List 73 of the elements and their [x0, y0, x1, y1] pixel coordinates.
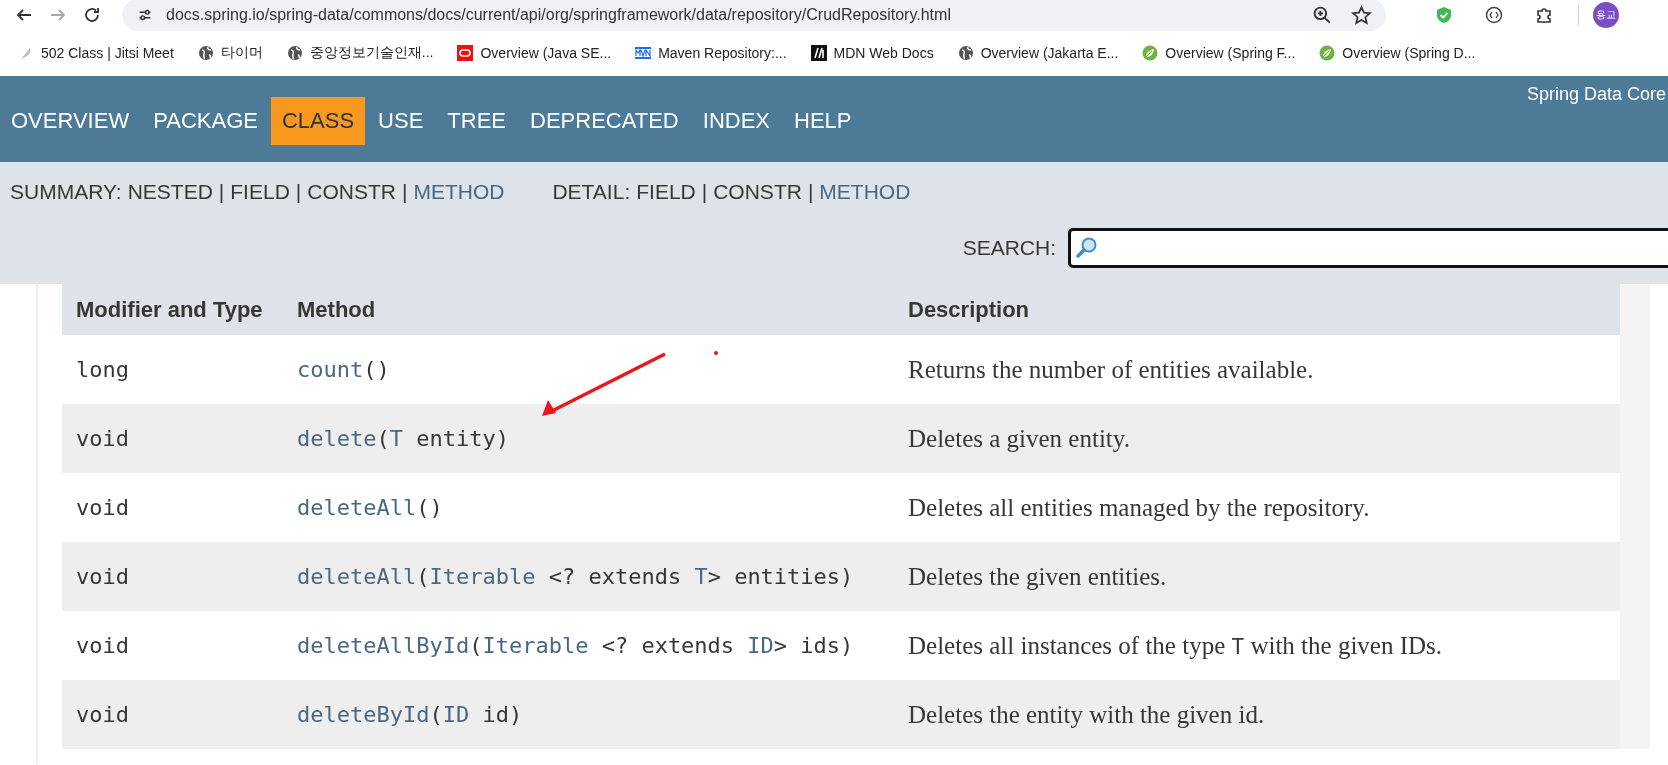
- description-text: Deletes all entities managed by the repository.: [908, 493, 1371, 522]
- detail-item: CONSTR: [713, 180, 802, 204]
- leaf-icon: [1319, 45, 1336, 61]
- description-text: Deletes the entity with the given id.: [908, 700, 1266, 729]
- globe-icon: [197, 45, 214, 61]
- summary-link[interactable]: METHOD: [413, 180, 505, 204]
- url-text: docs.spring.io/spring-data/commons/docs/current/api/org/springframework/data/repository/CrudRepository.html: [166, 6, 952, 24]
- type-cell-text: long: [75, 357, 130, 382]
- bookmark[interactable]: Overview (Spring D...: [1319, 45, 1476, 61]
- oracle-icon: [457, 45, 474, 61]
- summary-item: NESTED: [127, 180, 213, 204]
- bookmark[interactable]: Overview (Spring F...: [1142, 45, 1296, 61]
- detail-item: FIELD: [636, 180, 696, 204]
- globe-icon: [286, 45, 303, 61]
- mdn-icon: [810, 45, 827, 61]
- star-icon[interactable]: [1351, 4, 1372, 26]
- method-signature: deleteAllById(Iterable <? extends ID> ids): [297, 633, 855, 658]
- bookmark[interactable]: Maven Repository:...: [635, 45, 787, 61]
- address-bar[interactable]: docs.spring.io/spring-data/commons/docs/current/api/org/springframework/data/repository/CrudRepository.html: [122, 0, 1386, 31]
- maven-icon: [635, 45, 652, 61]
- separator: |: [218, 180, 225, 204]
- type-cell-text: void: [75, 702, 130, 727]
- column-header: Modifier and Type: [75, 296, 264, 323]
- product-title: Spring Data Core: [1526, 84, 1666, 105]
- method-signature: deleteAll(): [297, 495, 444, 520]
- description-text: Deletes a given entity.: [908, 424, 1131, 453]
- type-cell-text: void: [75, 495, 130, 520]
- summary-label: SUMMARY:: [10, 180, 122, 204]
- method-signature: deleteById(ID id): [297, 702, 524, 727]
- search-icon: [1075, 236, 1099, 260]
- nav-tab[interactable]: PACKAGE: [142, 97, 269, 145]
- column-header: Description: [908, 296, 1031, 323]
- separator: |: [701, 180, 708, 204]
- type-cell-text: void: [75, 564, 130, 589]
- detail-link[interactable]: METHOD: [819, 180, 911, 204]
- nav-tab[interactable]: CLASS: [270, 97, 366, 145]
- detail-label: DETAIL:: [552, 180, 631, 204]
- method-signature: count(): [297, 357, 391, 382]
- description-text: Returns the number of entities available.: [908, 355, 1315, 384]
- nav-tab[interactable]: INDEX: [691, 97, 781, 145]
- bookmark[interactable]: Overview (Java SE...: [457, 45, 612, 61]
- nav-tab[interactable]: HELP: [783, 97, 863, 145]
- method-signature: deleteAll(Iterable <? extends T> entities): [297, 564, 855, 589]
- separator: |: [401, 180, 408, 204]
- puzzle-icon[interactable]: [1534, 5, 1554, 25]
- globe-icon: [957, 45, 974, 61]
- separator: |: [807, 180, 814, 204]
- description-text: Deletes the given entities.: [908, 562, 1168, 591]
- separator: |: [295, 180, 302, 204]
- method-signature: delete(T entity): [297, 426, 510, 451]
- zoom-icon[interactable]: [1312, 4, 1333, 26]
- search-label: SEARCH:: [962, 236, 1056, 260]
- search-field[interactable]: [1068, 228, 1668, 268]
- summary-item: FIELD: [230, 180, 290, 204]
- type-cell-text: void: [75, 426, 130, 451]
- bookmark[interactable]: 중앙정보기술인재...: [286, 44, 434, 62]
- nav-tab[interactable]: USE: [367, 97, 435, 145]
- bookmark[interactable]: MDN Web Docs: [810, 45, 934, 61]
- bookmark[interactable]: Overview (Jakarta E...: [957, 45, 1119, 61]
- summary-item: CONSTR: [307, 180, 396, 204]
- annotation-dot: [714, 351, 718, 355]
- nav-tab[interactable]: TREE: [436, 97, 518, 145]
- extension-icon[interactable]: [1484, 5, 1504, 25]
- bookmark[interactable]: 502 Class | Jitsi Meet: [18, 45, 174, 61]
- column-header: Method: [297, 296, 377, 323]
- nav-tab[interactable]: OVERVIEW: [0, 97, 141, 145]
- bookmark[interactable]: 타이머: [197, 44, 263, 62]
- reload-icon[interactable]: [82, 5, 102, 25]
- nav-tab[interactable]: DEPRECATED: [519, 97, 690, 145]
- profile-avatar[interactable]: 용교: [1593, 2, 1619, 28]
- type-cell-text: void: [75, 633, 130, 658]
- leaf-icon: [1142, 45, 1159, 61]
- description-text: Deletes all instances of the type T with the given IDs.: [908, 631, 1444, 660]
